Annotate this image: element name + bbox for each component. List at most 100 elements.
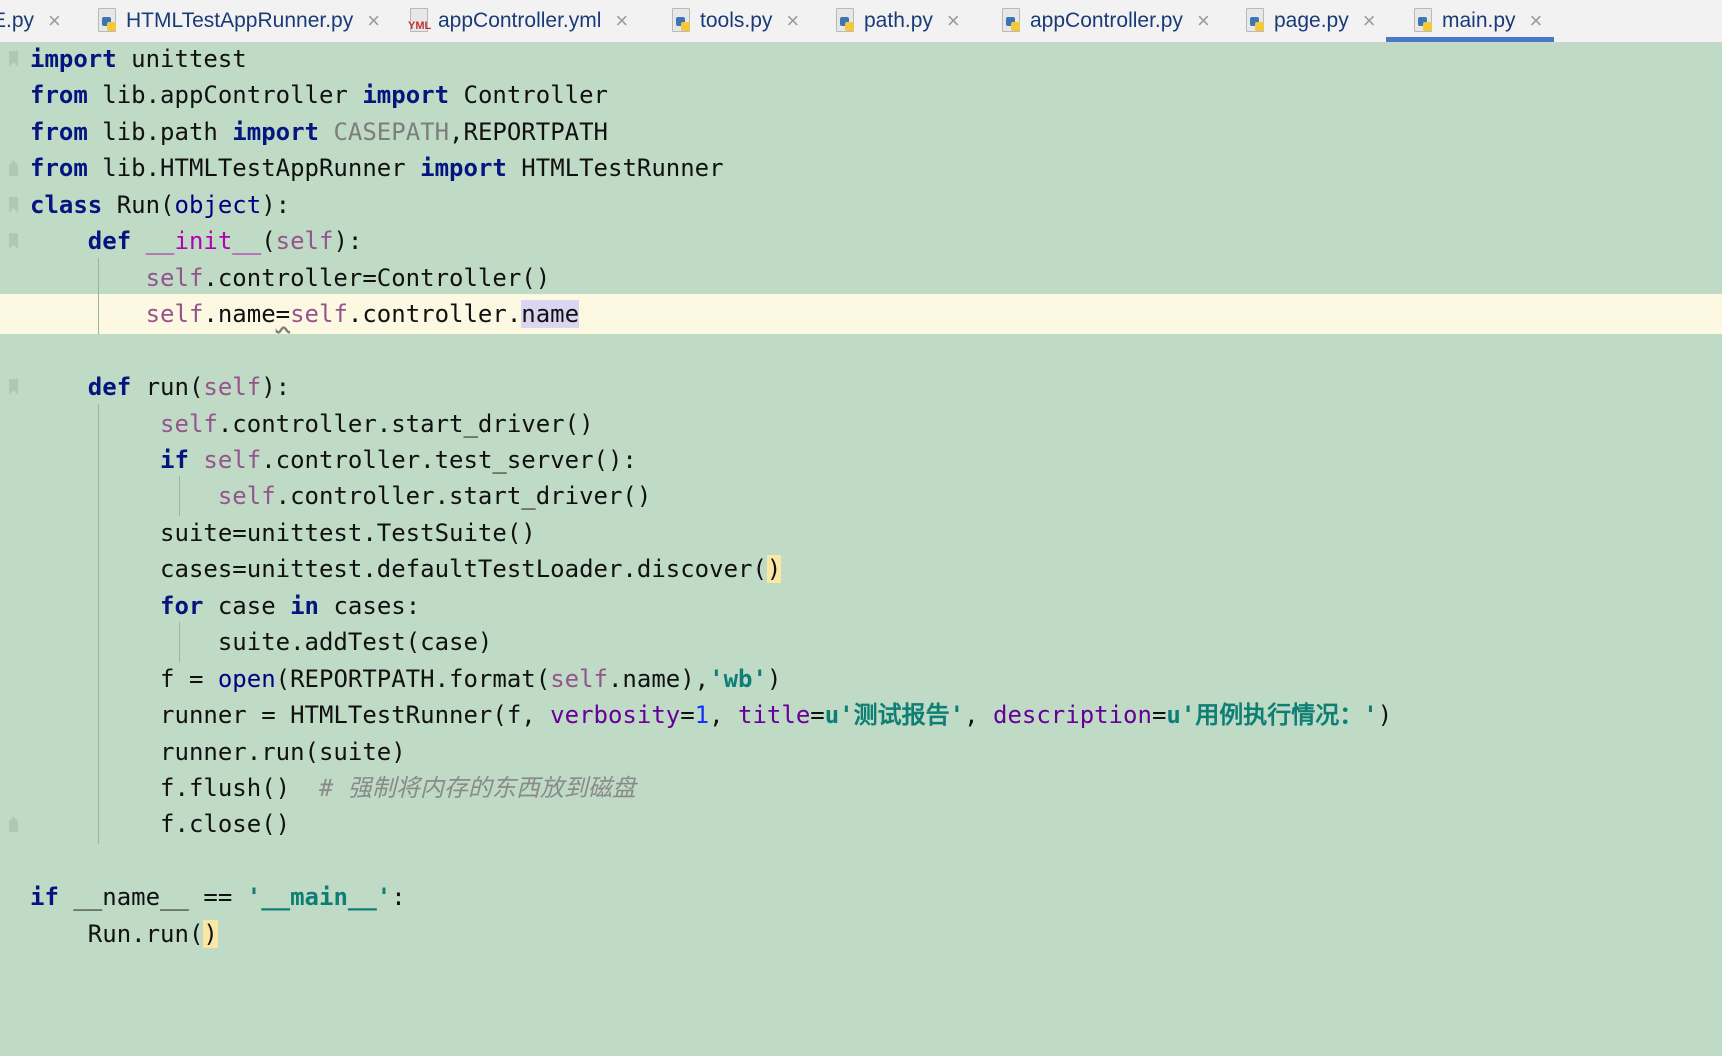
tab-tools-py[interactable]: tools.py × — [670, 0, 799, 42]
code-line[interactable]: runner.run(suite) — [0, 732, 1722, 772]
token-self: self — [217, 482, 276, 511]
token: .controller=Controller() — [203, 263, 551, 292]
tab-appcontroller-yml[interactable]: YML appController.yml × — [408, 0, 628, 42]
close-icon[interactable]: × — [1530, 8, 1543, 34]
tab-htmltestapprunner-py[interactable]: HTMLTestAppRunner.py × — [96, 0, 380, 42]
code-line[interactable]: class Run(object): — [0, 185, 1722, 225]
code-line[interactable]: self.controller=Controller() — [0, 258, 1722, 298]
token: unittest — [116, 45, 247, 73]
token-kw: from — [30, 81, 88, 110]
token: .controller. — [347, 300, 522, 329]
token: cases=unittest.defaultTestLoader.discove… — [30, 555, 767, 584]
token-self: self — [203, 373, 262, 402]
code-line[interactable]: for case in cases: — [0, 586, 1722, 626]
code-text: f.close() — [30, 804, 290, 844]
code-line[interactable]: import unittest — [0, 39, 1722, 79]
tab-e-py[interactable]: E.py × — [0, 0, 61, 42]
code-line[interactable]: def __init__(self): — [0, 221, 1722, 261]
code-line[interactable]: suite.addTest(case) — [0, 622, 1722, 662]
close-icon[interactable]: × — [947, 8, 960, 34]
token: run( — [131, 373, 204, 402]
token-param: verbosity — [550, 701, 681, 730]
tab-label: page.py — [1274, 9, 1349, 32]
tab-appcontroller-py[interactable]: appController.py × — [1000, 0, 1210, 42]
current-code-line[interactable]: self.name=self.controller.name — [0, 294, 1722, 335]
code-line[interactable]: f = open(REPORTPATH.format(self.name),'w… — [0, 659, 1722, 699]
code-text: if __name__ == '__main__': — [30, 877, 406, 917]
token-self: self — [160, 409, 218, 438]
tab-label: HTMLTestAppRunner.py — [126, 9, 354, 32]
code-line[interactable]: f.flush() # 强制将内存的东西放到磁盘 — [0, 768, 1722, 808]
tab-label: appController.yml — [438, 9, 602, 32]
code-line[interactable]: self.controller.start_driver() — [0, 476, 1722, 516]
code-text: self.name=self.controller.name — [30, 294, 580, 334]
token: .controller.start_driver() — [275, 482, 652, 511]
tab-label: E.py — [0, 9, 35, 32]
tab-label: tools.py — [700, 9, 773, 32]
tab-page-py[interactable]: page.py × — [1244, 0, 1376, 42]
token-str: 'wb' — [709, 664, 767, 693]
code-line[interactable]: if __name__ == '__main__': — [0, 877, 1722, 917]
code-line[interactable]: self.controller.start_driver() — [0, 404, 1722, 444]
code-line[interactable]: from lib.path import CASEPATH,REPORTPATH — [0, 112, 1722, 152]
code-line[interactable]: runner = HTMLTestRunner(f, verbosity=1, … — [0, 695, 1722, 735]
close-icon[interactable]: × — [367, 8, 380, 34]
code-line[interactable] — [0, 841, 1722, 881]
code-editor[interactable]: import unittest from lib.appController im… — [0, 43, 1722, 1056]
code-line[interactable]: def run(self): — [0, 367, 1722, 407]
close-icon[interactable]: × — [1197, 8, 1210, 34]
token-kw: from — [30, 154, 88, 183]
indent-guide — [98, 658, 99, 699]
code-line[interactable]: Run.run() — [0, 914, 1722, 954]
close-icon[interactable]: × — [786, 8, 799, 34]
token: = — [680, 701, 695, 730]
code-text: if self.controller.test_server(): — [30, 440, 637, 480]
code-text: for case in cases: — [30, 586, 420, 626]
token-kw: in — [290, 591, 320, 620]
indent-guide — [98, 439, 99, 480]
token: , — [709, 701, 739, 730]
token: Run.run( — [30, 919, 204, 948]
token-builtin: object — [174, 190, 262, 219]
close-icon[interactable]: × — [48, 8, 61, 34]
python-file-icon — [96, 8, 118, 34]
indent-guide — [98, 257, 99, 298]
token: Run( — [102, 190, 175, 219]
token: ( — [261, 227, 276, 256]
python-file-icon — [670, 8, 692, 34]
code-text: from lib.HTMLTestAppRunner import HTMLTe… — [30, 148, 724, 188]
code-text: runner.run(suite) — [30, 732, 406, 772]
tab-path-py[interactable]: path.py × — [834, 0, 960, 42]
token: HTMLTestRunner — [506, 154, 724, 183]
editor-tab-bar: E.py × HTMLTestAppRunner.py × YML appControll… — [0, 0, 1722, 43]
tab-main-py[interactable]: main.py × — [1385, 0, 1555, 42]
code-line[interactable]: suite=unittest.TestSuite() — [0, 513, 1722, 553]
close-icon[interactable]: × — [615, 8, 628, 34]
indent-guide — [98, 804, 99, 845]
code-text: self.controller.start_driver() — [30, 476, 651, 516]
indent-guide — [98, 768, 99, 808]
code-line[interactable] — [0, 331, 1722, 371]
indent-guide — [98, 731, 99, 772]
token: .controller.start_driver() — [217, 409, 594, 438]
token: ): — [261, 190, 291, 219]
token-param: title — [738, 701, 811, 730]
token-self: self — [145, 263, 204, 292]
token: suite=unittest.TestSuite() — [30, 518, 536, 547]
close-icon[interactable]: × — [1363, 8, 1376, 34]
code-line[interactable]: f.close() — [0, 804, 1722, 844]
code-line[interactable]: cases=unittest.defaultTestLoader.discove… — [0, 549, 1722, 589]
token: .name — [203, 300, 276, 329]
token-kw: import — [232, 117, 319, 146]
code-line[interactable]: from lib.HTMLTestAppRunner import HTMLTe… — [0, 148, 1722, 188]
token: = — [810, 701, 825, 730]
code-line[interactable]: if self.controller.test_server(): — [0, 440, 1722, 480]
token-kw: if — [160, 445, 189, 474]
indent-guide — [98, 512, 99, 553]
code-line[interactable]: from lib.appController import Controller — [0, 75, 1722, 115]
